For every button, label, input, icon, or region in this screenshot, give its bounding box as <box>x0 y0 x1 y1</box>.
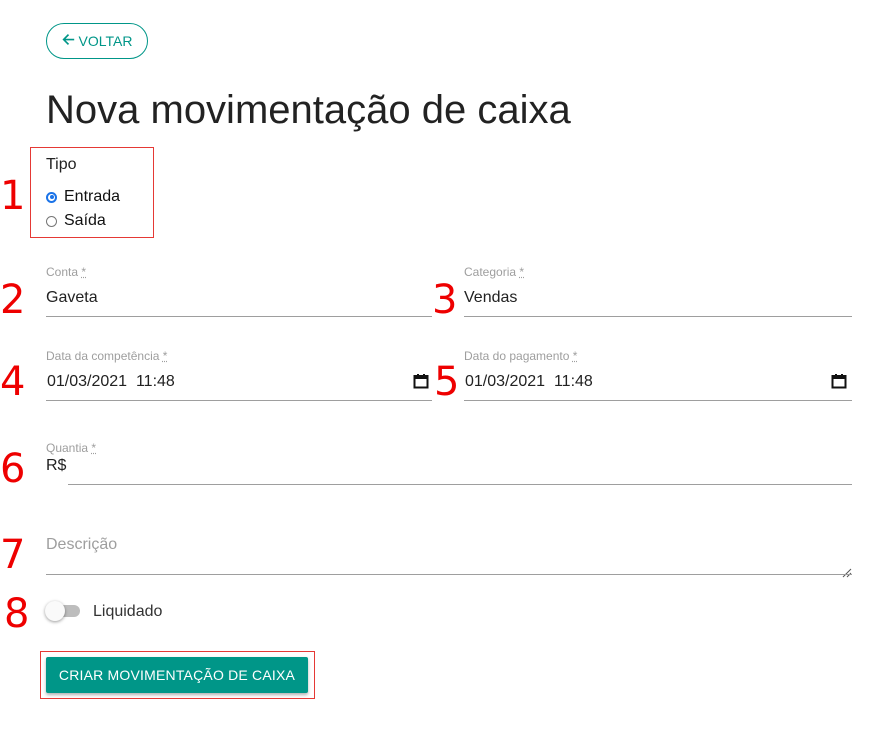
data-competencia-underline <box>46 400 432 401</box>
categoria-required-mark: * <box>519 265 525 279</box>
data-competencia-label: Data da competência * <box>46 349 167 363</box>
tipo-legend: Tipo <box>46 156 77 173</box>
annotation-marker-5: 5 <box>434 359 460 405</box>
descricao-underline <box>46 574 852 575</box>
quantia-required-mark: * <box>91 441 97 455</box>
annotation-marker-2: 2 <box>0 277 26 323</box>
categoria-label: Categoria * <box>464 265 524 279</box>
calendar-icon[interactable] <box>831 373 847 394</box>
annotation-marker-1: 1 <box>0 173 26 219</box>
categoria-label-text: Categoria <box>464 265 517 279</box>
annotation-marker-8: 8 <box>4 591 30 637</box>
categoria-select[interactable]: Vendas <box>464 289 852 311</box>
radio-entrada-label: Entrada <box>64 188 121 205</box>
data-pagamento-label-text: Data do pagamento <box>464 349 570 363</box>
data-competencia-input[interactable]: 01/03/2021 11:48 <box>47 373 175 391</box>
radio-saida-label: Saída <box>64 212 106 229</box>
back-button-label: VOLTAR <box>78 33 133 49</box>
back-button[interactable]: VOLTAR <box>46 23 148 59</box>
conta-label: Conta * <box>46 265 86 279</box>
quantia-label-text: Quantia <box>46 441 89 455</box>
radio-entrada-control[interactable] <box>46 191 57 203</box>
data-pagamento-input[interactable]: 01/03/2021 11:48 <box>465 373 593 391</box>
radio-saida[interactable]: Saída <box>46 212 106 230</box>
annotation-marker-6: 6 <box>0 446 26 492</box>
quantia-prefix: R$ <box>46 457 67 474</box>
conta-label-text: Conta <box>46 265 79 279</box>
data-pagamento-underline <box>464 400 852 401</box>
liquidado-toggle[interactable] <box>45 601 65 621</box>
data-competencia-label-text: Data da competência <box>46 349 160 363</box>
radio-entrada[interactable]: Entrada <box>46 188 120 206</box>
data-pagamento-required-mark: * <box>572 349 578 363</box>
conta-required-mark: * <box>81 265 87 279</box>
annotation-marker-4: 4 <box>0 359 26 405</box>
descricao-textarea[interactable]: Descrição <box>46 536 852 572</box>
conta-select[interactable]: Gaveta <box>46 289 432 311</box>
conta-underline <box>46 316 432 317</box>
calendar-icon[interactable] <box>413 373 429 394</box>
quantia-input[interactable] <box>68 457 852 479</box>
liquidado-label: Liquidado <box>93 603 163 620</box>
quantia-label: Quantia * <box>46 441 96 455</box>
arrow-left-icon <box>62 33 75 49</box>
data-competencia-required-mark: * <box>162 349 168 363</box>
radio-saida-control[interactable] <box>46 215 57 227</box>
page-title: Nova movimentação de caixa <box>46 88 571 132</box>
annotation-marker-3: 3 <box>432 277 458 323</box>
quantia-underline <box>68 484 852 485</box>
categoria-underline <box>464 316 852 317</box>
create-transaction-button[interactable]: CRIAR MOVIMENTAÇÃO DE CAIXA <box>46 657 308 693</box>
data-pagamento-label: Data do pagamento * <box>464 349 577 363</box>
annotation-marker-7: 7 <box>0 532 26 578</box>
